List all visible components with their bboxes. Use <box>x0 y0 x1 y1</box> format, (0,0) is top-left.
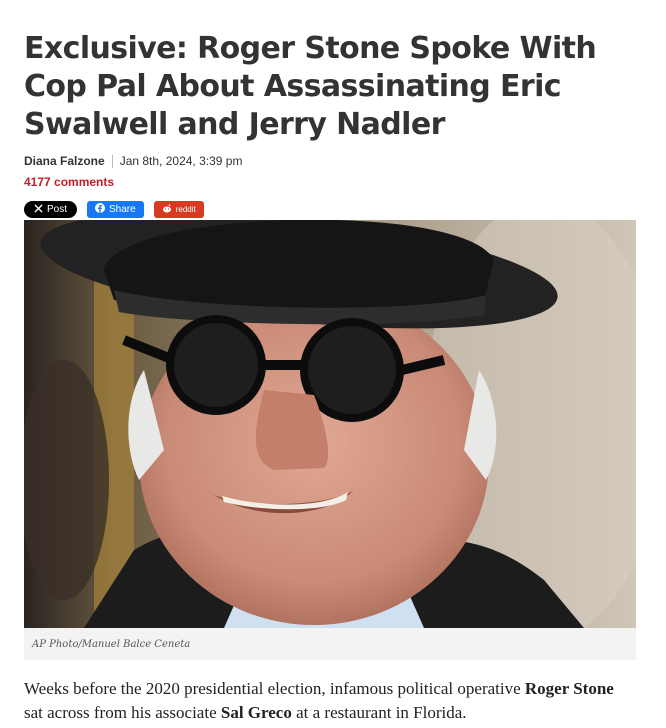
x-post-label: Post <box>47 204 68 215</box>
facebook-share-button[interactable]: Share <box>87 201 144 218</box>
author-name[interactable]: Diana Falzone <box>24 154 105 168</box>
article-headline: Exclusive: Roger Stone Spoke With Cop Pa… <box>24 31 597 142</box>
byline: Diana Falzone Jan 8th, 2024, 3:39 pm <box>24 153 636 169</box>
byline-divider <box>111 154 113 168</box>
facebook-icon <box>95 203 106 216</box>
reddit-share-label: reddit <box>175 205 196 214</box>
article-photo <box>24 220 636 628</box>
publish-date: Jan 8th, 2024, 3:39 pm <box>119 154 243 168</box>
facebook-share-label: Share <box>109 204 136 215</box>
body-text-segment: sat across from his associate <box>24 703 221 722</box>
comments-link[interactable]: 4177 comments <box>24 175 636 191</box>
article-body-paragraph: Weeks before the 2020 presidential elect… <box>24 677 636 725</box>
reddit-icon <box>162 204 172 215</box>
reddit-share-button[interactable]: reddit <box>153 201 204 218</box>
portrait-illustration <box>24 220 636 628</box>
person-link-sal-greco: Sal Greco <box>220 703 292 722</box>
article-container: Exclusive: Roger Stone Spoke With Cop Pa… <box>24 0 636 722</box>
share-buttons: Post Share reddit <box>24 201 636 218</box>
photo-caption: AP Photo/Manuel Balce Ceneta <box>24 628 636 660</box>
x-post-button[interactable]: Post <box>24 201 78 218</box>
x-icon <box>34 203 43 216</box>
body-text-segment: at a restaurant in Florida. <box>291 703 467 722</box>
person-link-roger-stone: Roger Stone <box>524 679 614 698</box>
body-text-segment: Weeks before the 2020 presidential elect… <box>24 679 525 698</box>
